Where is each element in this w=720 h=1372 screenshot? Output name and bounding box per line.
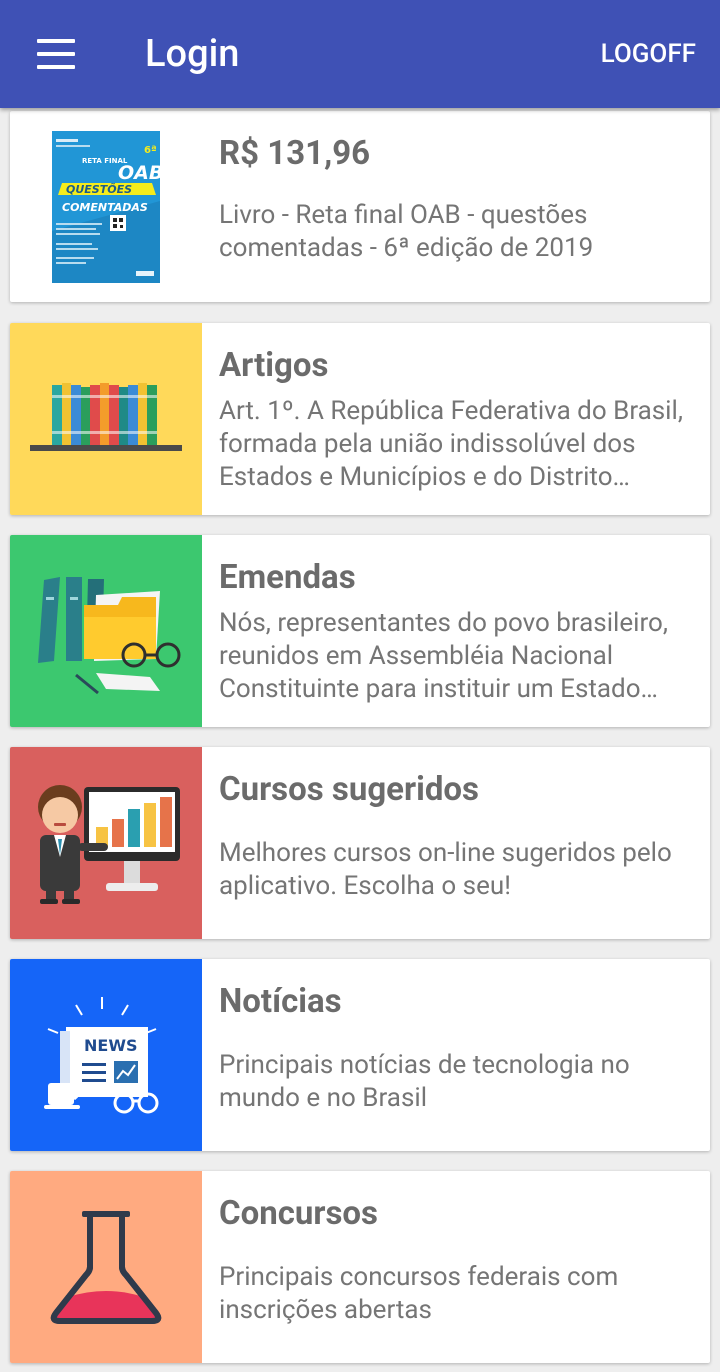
svg-text:COMENTADAS: COMENTADAS	[62, 201, 148, 214]
app-bar: Login LOGOFF	[0, 0, 720, 108]
section-text: Principais notícias de tecnologia no mun…	[219, 1050, 630, 1113]
folders-glasses-icon	[38, 577, 181, 695]
section-thumb	[10, 1171, 202, 1363]
book-card[interactable]: 6ª RETA FINAL OAB QUESTÕES COMENTADAS R$…	[10, 111, 710, 302]
section-card-cursos[interactable]: Cursos sugeridos Melhores cursos on-line…	[10, 747, 710, 939]
section-thumb	[10, 323, 202, 515]
section-card-artigos[interactable]: Artigos Art. 1º. A República Federativa …	[10, 323, 710, 515]
section-thumb: NEWS	[10, 959, 202, 1151]
section-text: Principais concursos federais com inscri…	[219, 1262, 619, 1325]
section-text: Art. 1º. A República Federativa do Brasi…	[219, 396, 683, 492]
book-price: R$ 131,96	[219, 134, 371, 173]
section-card-noticias[interactable]: NEWS Notícias Principais notícias de tec…	[10, 959, 710, 1151]
section-thumb	[10, 535, 202, 727]
page-title: Login	[145, 32, 240, 76]
section-text: Melhores cursos on-line sugeridos pelo a…	[219, 838, 672, 901]
svg-text:OAB: OAB	[118, 162, 160, 184]
section-title: Concursos	[219, 1194, 379, 1233]
logoff-button[interactable]: LOGOFF	[601, 36, 696, 72]
presenter-chart-icon	[38, 785, 180, 904]
flask-icon	[50, 1211, 162, 1324]
svg-text:NEWS: NEWS	[84, 1036, 138, 1055]
section-title: Cursos sugeridos	[219, 770, 479, 809]
section-title: Notícias	[219, 982, 342, 1021]
newspaper-icon: NEWS	[44, 997, 159, 1114]
section-title: Artigos	[219, 346, 329, 385]
hamburger-menu-icon[interactable]	[28, 30, 84, 78]
section-text: Nós, representantes do povo brasileiro, …	[219, 608, 668, 704]
svg-text:QUESTÕES: QUESTÕES	[66, 183, 132, 196]
section-card-emendas[interactable]: Emendas Nós, representantes do povo bras…	[10, 535, 710, 727]
book-description: Livro - Reta final OAB - questões coment…	[219, 200, 594, 263]
bookshelf-icon	[30, 383, 182, 451]
section-card-concursos[interactable]: Concursos Principais concursos federais …	[10, 1171, 710, 1363]
section-title: Emendas	[219, 558, 356, 597]
section-thumb	[10, 747, 202, 939]
book-cover-icon: 6ª RETA FINAL OAB QUESTÕES COMENTADAS	[52, 131, 160, 283]
svg-text:6ª: 6ª	[144, 145, 157, 156]
